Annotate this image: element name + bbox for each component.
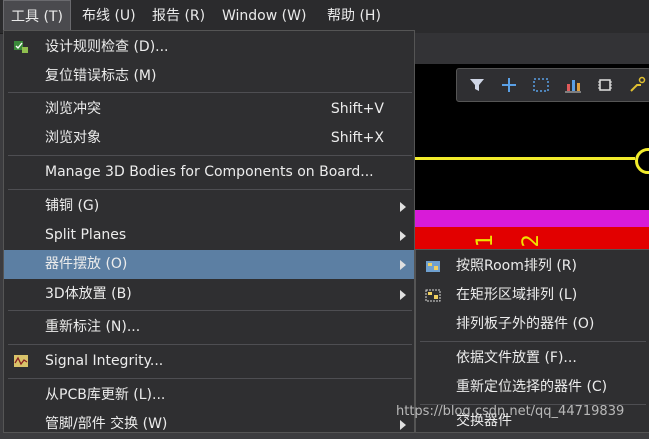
submenu-item-reposition-selected[interactable]: 重新定位选择的器件 (C) [416, 373, 649, 402]
submenu-arrow-icon [400, 260, 406, 270]
select-rect-icon[interactable] [531, 75, 551, 95]
menu-item-manage-3d-bodies[interactable]: Manage 3D Bodies for Components on Board… [4, 158, 414, 187]
arrange-in-rectangle-icon [425, 289, 441, 302]
menu-item-pin-part-swap[interactable]: 管脚/部件 交换 (W) [4, 410, 414, 439]
editor-tab-strip [415, 33, 649, 64]
watermark-text: https://blog.csdn.net/qq_44719839 [396, 404, 625, 419]
menu-item-browse-objects[interactable]: 浏览对象 Shift+X [4, 124, 414, 153]
signal-integrity-icon [14, 355, 28, 367]
submenu-arrow-icon [400, 290, 406, 300]
menu-routing[interactable]: 布线 (U) [75, 0, 143, 33]
submenu-arrow-icon [400, 420, 406, 430]
menu-tools[interactable]: 工具 (T) [3, 0, 71, 33]
tools-dropdown-menu: 设计规则检查 (D)... 复位错误标志 (M) 浏览冲突 Shift+V 浏览对… [3, 30, 415, 433]
crosshair-icon[interactable] [499, 75, 519, 95]
menu-bar: 工具 (T) 布线 (U) 报告 (R) Window (W) 帮助 (H) [0, 0, 649, 34]
menu-window[interactable]: Window (W) [215, 0, 313, 33]
menu-reports[interactable]: 报告 (R) [145, 0, 212, 33]
menu-help[interactable]: 帮助 (H) [320, 0, 388, 33]
submenu-arrow-icon [400, 202, 406, 212]
arrange-in-room-icon [426, 261, 440, 272]
menu-item-component-placement[interactable]: 器件摆放 (O) [4, 250, 414, 279]
menu-item-browse-violations[interactable]: 浏览冲突 Shift+V [4, 95, 414, 124]
menu-item-signal-integrity[interactable]: Signal Integrity... [4, 347, 414, 376]
menu-item-update-from-pcb-library[interactable]: 从PCB库更新 (L)... [4, 381, 414, 410]
submenu-item-arrange-in-rectangle[interactable]: 在矩形区域排列 (L) [416, 281, 649, 310]
menu-item-re-annotate[interactable]: 重新标注 (N)... [4, 313, 414, 342]
menu-separator [420, 341, 646, 342]
component-icon[interactable] [595, 75, 615, 95]
menu-separator [8, 155, 412, 156]
menu-separator [8, 92, 412, 93]
submenu-item-arrange-outside-board[interactable]: 排列板子外的器件 (O) [416, 310, 649, 339]
submenu-arrow-icon [400, 231, 406, 241]
align-icon[interactable] [563, 75, 583, 95]
menu-separator [8, 344, 412, 345]
menu-separator [8, 189, 412, 190]
drc-check-icon [14, 41, 28, 53]
menu-separator [8, 378, 412, 379]
active-bar-toolbar [456, 68, 649, 102]
pcb-pad [635, 148, 649, 174]
route-icon[interactable] [627, 75, 647, 95]
menu-separator [8, 310, 412, 311]
menu-item-3d-body-placement[interactable]: 3D体放置 (B) [4, 280, 414, 309]
menu-item-drc[interactable]: 设计规则检查 (D)... [4, 33, 414, 62]
menu-item-reset-error-markers[interactable]: 复位错误标志 (M) [4, 62, 414, 91]
menu-item-polygon-pour[interactable]: 铺铜 (G) [4, 192, 414, 221]
filter-icon[interactable] [467, 75, 487, 95]
submenu-item-arrange-in-room[interactable]: 按照Room排列 (R) [416, 252, 649, 281]
menu-item-split-planes[interactable]: Split Planes [4, 221, 414, 250]
submenu-item-place-from-file[interactable]: 依据文件放置 (F)... [416, 344, 649, 373]
pcb-track [415, 157, 635, 160]
